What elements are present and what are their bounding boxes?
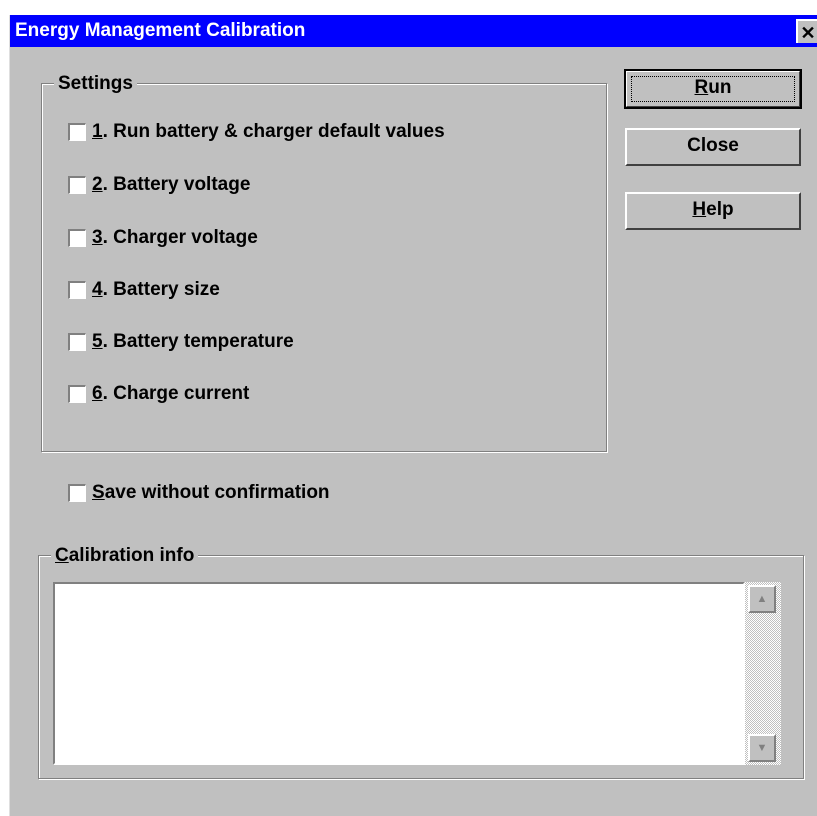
checkbox-box[interactable] [68, 333, 86, 351]
setting-number: 5 [92, 331, 103, 352]
setting-number: 1 [92, 121, 103, 142]
setting-label: . Charger voltage [102, 227, 258, 248]
setting-checkbox-6[interactable]: 6 . Charge current [68, 383, 249, 405]
settings-legend: Settings [54, 73, 137, 95]
setting-checkbox-1[interactable]: 1 . Run battery & charger default values [68, 121, 445, 143]
checkbox-box[interactable] [68, 484, 86, 502]
scroll-down-button[interactable]: ▼ [748, 734, 776, 762]
close-icon: ✕ [800, 23, 816, 43]
checkbox-box[interactable] [68, 281, 86, 299]
setting-checkbox-4[interactable]: 4 . Battery size [68, 279, 220, 301]
help-mnemonic: H [692, 199, 707, 220]
save-without-confirmation-checkbox[interactable]: S ave without confirmation [68, 482, 330, 504]
close-button[interactable]: Close [625, 128, 801, 166]
setting-number: 2 [92, 174, 103, 195]
setting-label: . Battery size [102, 279, 220, 300]
window-title: Energy Management Calibration [15, 20, 306, 41]
calibration-dialog: Energy Management Calibration ✕ Settings… [9, 15, 817, 816]
setting-label: . Battery temperature [102, 331, 294, 352]
setting-number: 4 [92, 279, 103, 300]
setting-label: . Charge current [102, 383, 250, 404]
down-arrow-icon: ▼ [756, 742, 768, 754]
run-button[interactable]: Run [624, 69, 802, 109]
checkbox-box[interactable] [68, 176, 86, 194]
setting-label: . Run battery & charger default values [102, 121, 445, 142]
calibration-info-legend: Calibration info [51, 545, 199, 567]
vertical-scrollbar[interactable]: ▲ ▼ [745, 582, 781, 765]
save-label: ave without confirmation [104, 482, 330, 503]
up-arrow-icon: ▲ [756, 593, 768, 605]
checkbox-box[interactable] [68, 385, 86, 403]
calibration-mnemonic: C [55, 545, 69, 566]
checkbox-box[interactable] [68, 229, 86, 247]
scroll-up-button[interactable]: ▲ [748, 585, 776, 613]
close-label: Close [687, 135, 739, 156]
focus-rect [631, 76, 795, 102]
calibration-info-textarea[interactable] [53, 582, 745, 765]
setting-label: . Battery voltage [102, 174, 251, 195]
help-button[interactable]: Help [625, 192, 801, 230]
setting-number: 3 [92, 227, 103, 248]
save-mnemonic: S [92, 482, 105, 503]
title-bar[interactable]: Energy Management Calibration ✕ [10, 15, 817, 47]
checkbox-box[interactable] [68, 123, 86, 141]
calibration-legend-text: alibration info [68, 545, 195, 566]
close-window-button[interactable]: ✕ [796, 19, 817, 43]
setting-number: 6 [92, 383, 103, 404]
setting-checkbox-5[interactable]: 5 . Battery temperature [68, 331, 294, 353]
setting-checkbox-3[interactable]: 3 . Charger voltage [68, 227, 258, 249]
setting-checkbox-2[interactable]: 2 . Battery voltage [68, 174, 250, 196]
help-label: elp [706, 199, 734, 220]
